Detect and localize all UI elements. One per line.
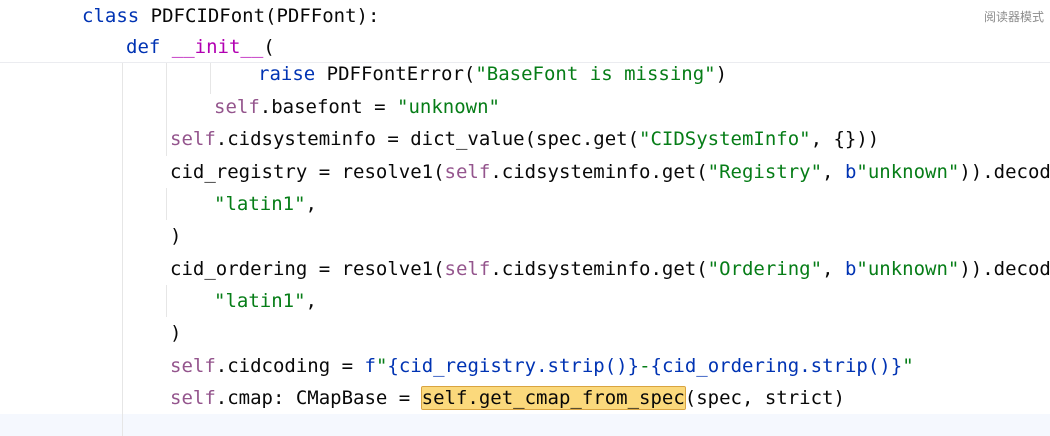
code-line[interactable]: cid_ordering = resolve1(self.cidsystemin… [170, 253, 1050, 285]
def-paren: ( [263, 36, 275, 58]
code-line[interactable]: "latin1", [214, 188, 317, 220]
code-line[interactable]: ) [170, 317, 181, 349]
indent-guide [166, 62, 167, 156]
code-line[interactable]: ) [170, 220, 181, 252]
code-line[interactable]: cid_registry = resolve1(self.cidsystemin… [170, 156, 1050, 188]
keyword-class: class [82, 5, 140, 27]
code-line[interactable]: self.cidcoding = f"{cid_registry.strip()… [170, 350, 914, 382]
keyword-def: def [126, 36, 161, 58]
reader-mode-toggle[interactable]: 阅读器模式 [984, 8, 1050, 25]
sticky-scroll-header[interactable]: class PDFCIDFont(PDFFont): def __init__(… [0, 0, 1050, 63]
sticky-line-def[interactable]: def __init__( [126, 31, 275, 63]
indent-guide [210, 62, 211, 94]
search-match-highlight[interactable]: self.get_cmap_from_spec [420, 386, 686, 410]
code-line[interactable]: self.cmap: CMapBase = self.get_cmap_from… [170, 382, 845, 414]
class-signature: PDFCIDFont(PDFFont): [139, 5, 380, 27]
sticky-line-class[interactable]: class PDFCIDFont(PDFFont): [82, 0, 379, 32]
code-line[interactable]: self.basefont = "unknown" [214, 91, 500, 123]
code-editor[interactable]: class PDFCIDFont(PDFFont): def __init__(… [0, 0, 1050, 436]
indent-guide [166, 285, 167, 317]
code-line[interactable]: "latin1", [214, 285, 317, 317]
code-line[interactable]: self.cidsysteminfo = dict_value(spec.get… [170, 123, 879, 155]
indent-guide [122, 62, 123, 436]
indent-guide [166, 188, 167, 220]
current-line-highlight [0, 414, 1050, 436]
method-init: __init__ [171, 36, 264, 58]
